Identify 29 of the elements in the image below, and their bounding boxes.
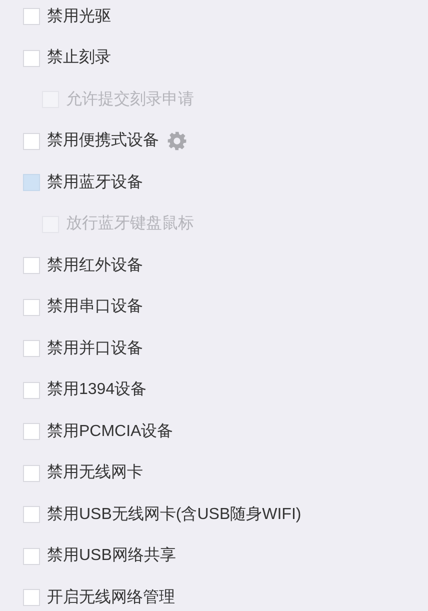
option-label: 放行蓝牙键盘鼠标 bbox=[66, 214, 194, 234]
checkbox[interactable] bbox=[23, 298, 40, 316]
option-label: 禁用便携式设备 bbox=[47, 130, 159, 152]
option-label: 禁用USB网络共享 bbox=[47, 546, 176, 566]
checkbox[interactable] bbox=[23, 50, 40, 67]
settings-icon[interactable] bbox=[167, 131, 187, 152]
option-label: 开启无线网络管理 bbox=[47, 588, 175, 608]
option-label: 禁用1394设备 bbox=[47, 380, 147, 400]
checkbox[interactable] bbox=[23, 174, 40, 192]
option-label: 禁用蓝牙设备 bbox=[47, 172, 143, 193]
checkbox[interactable] bbox=[23, 257, 40, 274]
checkbox[interactable] bbox=[23, 8, 40, 26]
option-label: 禁用串口设备 bbox=[47, 296, 143, 318]
checkbox[interactable] bbox=[23, 506, 40, 524]
option-label: 禁止刻录 bbox=[47, 48, 111, 68]
checkbox[interactable] bbox=[23, 382, 40, 399]
checkbox[interactable] bbox=[23, 340, 40, 358]
option-label: 允许提交刻录申请 bbox=[66, 90, 194, 110]
checkbox[interactable] bbox=[23, 423, 40, 440]
checkbox[interactable] bbox=[23, 132, 40, 150]
option-label: 禁用红外设备 bbox=[47, 256, 143, 276]
checkbox[interactable] bbox=[23, 464, 40, 482]
checkbox[interactable] bbox=[23, 589, 40, 606]
option-label: 禁用光驱 bbox=[47, 6, 111, 27]
checkbox[interactable] bbox=[23, 548, 40, 565]
option-label: 禁用无线网卡 bbox=[47, 462, 143, 484]
option-label: 禁用USB无线网卡(含USB随身WIFI) bbox=[47, 504, 302, 525]
option-label: 禁用PCMCIA设备 bbox=[47, 422, 174, 442]
option-label: 禁用并口设备 bbox=[47, 338, 143, 359]
